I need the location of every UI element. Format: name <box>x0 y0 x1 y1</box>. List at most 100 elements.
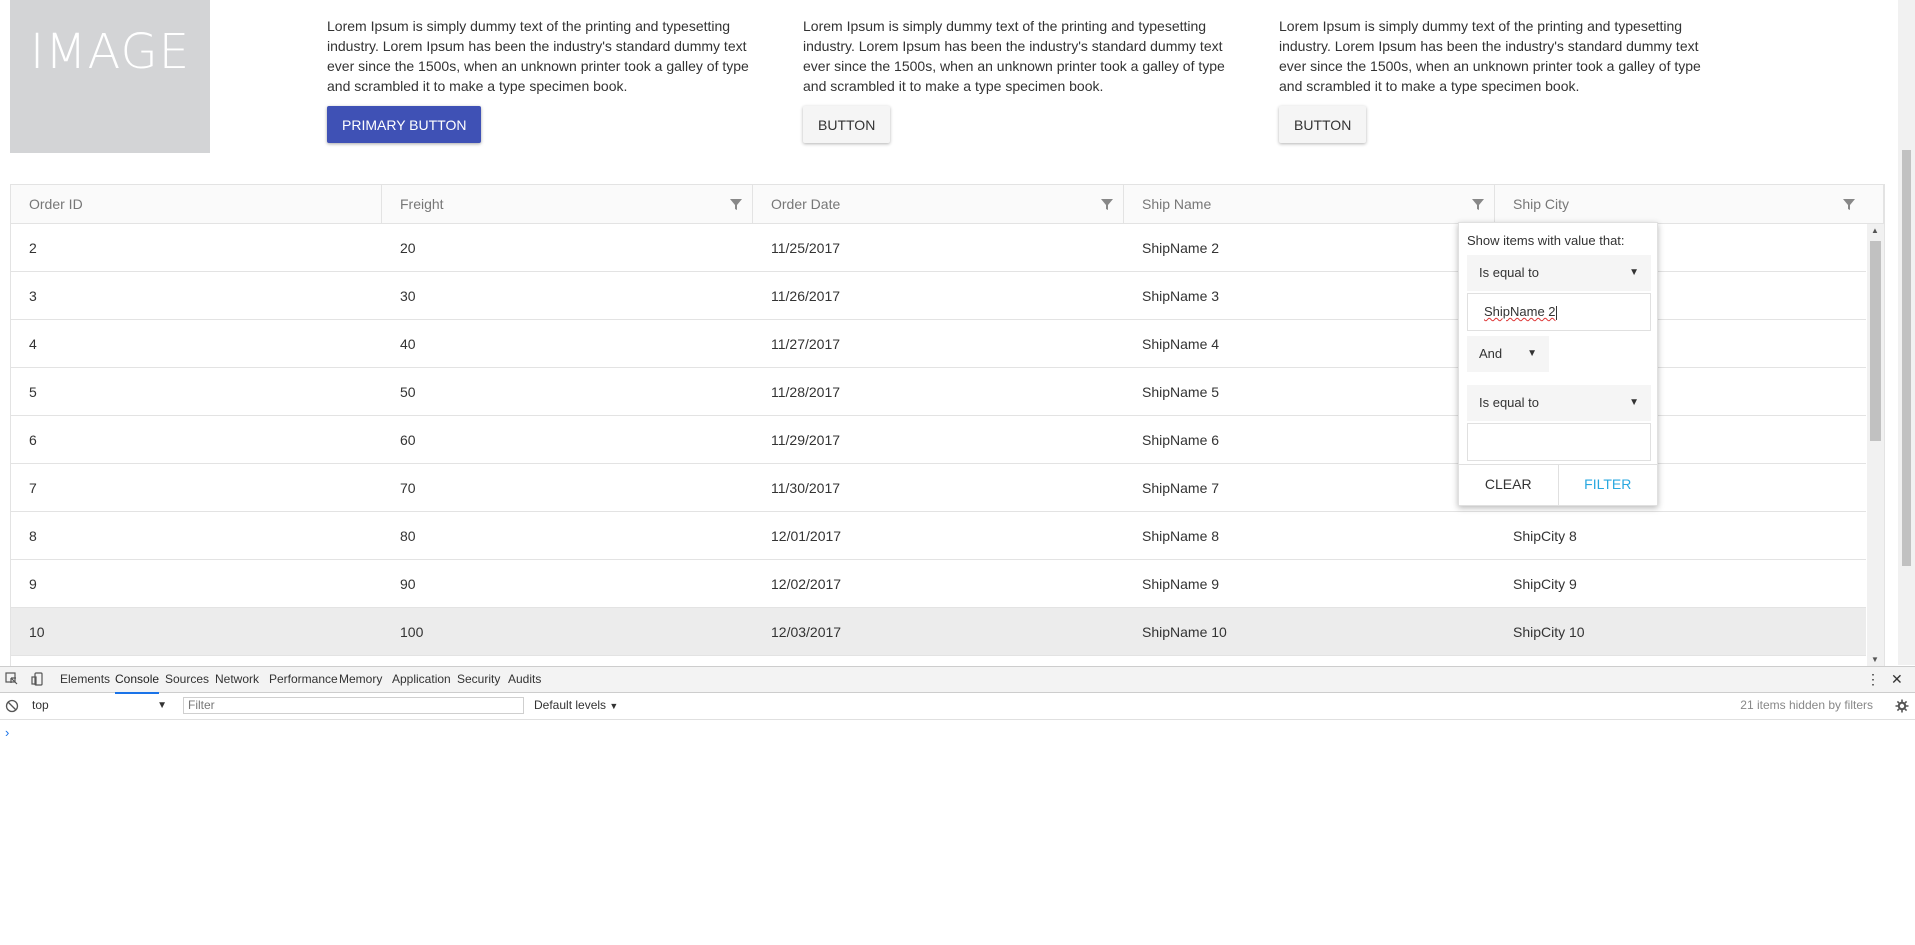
card-2: Lorem Ipsum is simply dummy text of the … <box>803 0 1233 143</box>
devtools-tab-performance[interactable]: Performance <box>269 667 338 692</box>
table-cell: 8 <box>29 528 37 544</box>
column-header-freight[interactable]: Freight <box>382 185 753 223</box>
table-cell: ShipName 10 <box>1142 624 1227 640</box>
grid-scrollbar[interactable]: ▲ ▼ <box>1867 224 1884 666</box>
console-toolbar: top ▼ Filter Default levels ▼ 21 items h… <box>0 693 1915 720</box>
filter-button[interactable]: FILTER <box>1559 465 1658 505</box>
devtools-tab-application[interactable]: Application <box>392 667 451 692</box>
filter-icon[interactable] <box>1099 196 1115 212</box>
context-selector[interactable]: top ▼ <box>32 697 167 714</box>
table-cell: 2 <box>29 240 37 256</box>
table-cell: 11/30/2017 <box>771 480 841 496</box>
dropdown-arrow-icon: ▼ <box>1527 348 1537 359</box>
device-toolbar-icon[interactable] <box>31 672 45 686</box>
table-cell: 12/01/2017 <box>771 528 842 544</box>
table-cell: 40 <box>400 336 416 352</box>
table-cell: 12/02/2017 <box>771 576 842 592</box>
table-cell: 30 <box>400 288 416 304</box>
operator-dropdown-1[interactable]: Is equal to ▼ <box>1467 255 1651 291</box>
page-scrollbar[interactable] <box>1898 0 1915 665</box>
table-cell: ShipName 7 <box>1142 480 1220 496</box>
hidden-items-info: 21 items hidden by filters <box>1740 698 1873 712</box>
gear-icon[interactable] <box>1895 699 1909 713</box>
card-3: Lorem Ipsum is simply dummy text of the … <box>1279 0 1709 143</box>
logic-dropdown[interactable]: And ▼ <box>1467 336 1549 372</box>
column-header-label: Order Date <box>771 196 841 212</box>
devtools-tab-elements[interactable]: Elements <box>60 667 110 692</box>
console-filter-placeholder: Filter <box>188 698 215 712</box>
filter-icon[interactable] <box>728 196 744 212</box>
column-header-ship-city[interactable]: Ship City <box>1495 185 1884 223</box>
table-row[interactable]: 8 80 12/01/2017 ShipName 8 ShipCity 8 <box>11 512 1866 560</box>
table-cell: ShipName 8 <box>1142 528 1220 544</box>
close-icon[interactable]: ✕ <box>1891 667 1903 692</box>
dropdown-arrow-icon: ▼ <box>1629 397 1639 408</box>
devtools-tab-security[interactable]: Security <box>457 667 500 692</box>
table-cell: 11/26/2017 <box>771 288 841 304</box>
table-cell: 4 <box>29 336 37 352</box>
console-prompt[interactable]: › <box>5 725 9 740</box>
table-cell: 11/25/2017 <box>771 240 841 256</box>
secondary-button[interactable]: BUTTON <box>803 106 891 143</box>
filter-icon[interactable] <box>1841 196 1857 212</box>
devtools-tab-network[interactable]: Network <box>215 667 259 692</box>
filter-actions: CLEAR FILTER <box>1459 464 1657 505</box>
table-cell: 11/28/2017 <box>771 384 841 400</box>
scroll-up-icon[interactable]: ▲ <box>1871 226 1879 235</box>
devtools-tabbar: Elements Console Sources Network Performance… <box>0 666 1915 694</box>
table-cell: ShipCity 8 <box>1513 528 1577 544</box>
devtools-tab-console[interactable]: Console <box>115 667 160 694</box>
secondary-button[interactable]: BUTTON <box>1279 106 1367 143</box>
devtools-panel: Elements Console Sources Network Performance… <box>0 666 1915 945</box>
column-header-order-date[interactable]: Order Date <box>753 185 1124 223</box>
table-cell: ShipCity 9 <box>1513 576 1577 592</box>
table-cell: 9 <box>29 576 37 592</box>
column-header-order-id[interactable]: Order ID <box>11 185 382 223</box>
card-text: Lorem Ipsum is simply dummy text of the … <box>803 18 1225 94</box>
filter-value-input-2[interactable] <box>1467 423 1651 461</box>
more-options-icon[interactable]: ⋮ <box>1866 667 1880 692</box>
table-row[interactable]: 9 90 12/02/2017 ShipName 9 ShipCity 9 <box>11 560 1866 608</box>
table-cell: ShipName 3 <box>1142 288 1220 304</box>
table-cell: ShipCity 10 <box>1513 624 1585 640</box>
devtools-tab-memory[interactable]: Memory <box>339 667 382 692</box>
clear-console-icon[interactable] <box>5 699 19 713</box>
table-cell: 3 <box>29 288 37 304</box>
operator-dropdown-value: Is equal to <box>1479 395 1539 410</box>
table-cell: 11/29/2017 <box>771 432 841 448</box>
text-caret <box>1555 305 1557 320</box>
filter-menu-title: Show items with value that: <box>1467 233 1625 248</box>
column-header-label: Order ID <box>29 196 83 212</box>
page-scrollbar-thumb[interactable] <box>1902 150 1911 566</box>
table-cell: 100 <box>400 624 424 640</box>
context-selector-value: top <box>32 698 49 712</box>
table-row[interactable]: 10 100 12/03/2017 ShipName 10 ShipCity 10 <box>11 608 1866 656</box>
scroll-down-icon[interactable]: ▼ <box>1871 655 1879 664</box>
table-cell: 5 <box>29 384 37 400</box>
log-levels-dropdown[interactable]: Default levels ▼ <box>534 697 618 715</box>
table-cell: 10 <box>29 624 45 640</box>
devtools-tab-sources[interactable]: Sources <box>165 667 209 692</box>
card-1: Lorem Ipsum is simply dummy text of the … <box>327 0 757 143</box>
clear-button[interactable]: CLEAR <box>1459 465 1559 505</box>
grid-header: Order ID Freight Order Date Ship Name Sh… <box>11 185 1884 224</box>
table-cell: 50 <box>400 384 416 400</box>
image-placeholder-label: IMAGE <box>29 23 191 80</box>
log-levels-label: Default levels <box>534 698 607 712</box>
inspect-element-icon[interactable] <box>5 672 19 686</box>
operator-dropdown-2[interactable]: Is equal to ▼ <box>1467 385 1651 421</box>
grid-scrollbar-thumb[interactable] <box>1870 241 1881 441</box>
dropdown-arrow-icon: ▼ <box>1629 267 1639 278</box>
devtools-tab-audits[interactable]: Audits <box>508 667 541 692</box>
table-cell: 60 <box>400 432 416 448</box>
table-cell: 11/27/2017 <box>771 336 841 352</box>
table-cell: 7 <box>29 480 37 496</box>
primary-button[interactable]: PRIMARY BUTTON <box>327 106 482 143</box>
table-cell: ShipName 6 <box>1142 432 1220 448</box>
table-cell: ShipName 9 <box>1142 576 1220 592</box>
filter-icon[interactable] <box>1470 196 1486 212</box>
console-filter-input[interactable]: Filter <box>183 697 524 714</box>
filter-value-input-1[interactable]: ShipName 2 <box>1467 293 1651 331</box>
table-cell: 80 <box>400 528 416 544</box>
column-header-ship-name[interactable]: Ship Name <box>1124 185 1495 223</box>
